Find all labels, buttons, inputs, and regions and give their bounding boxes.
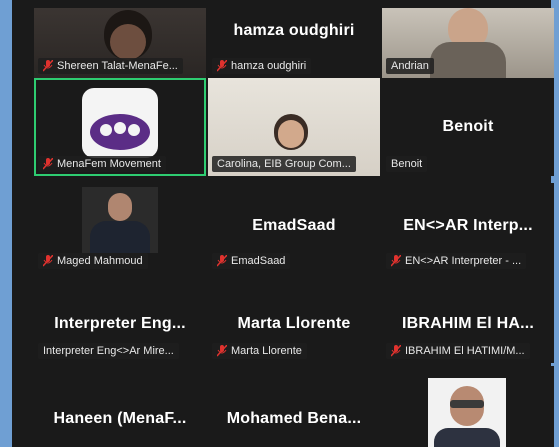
participant-name: Benoit: [391, 158, 423, 170]
participant-tile[interactable]: MenaFem Movement: [34, 78, 206, 176]
participant-tile[interactable]: Benoit Benoit: [382, 78, 554, 176]
participant-name: Marta Llorente: [231, 345, 302, 357]
mic-muted-icon: [217, 60, 227, 72]
participant-display-name: EN<>AR Interp...: [403, 217, 533, 234]
participant-name: Carolina, EIB Group Com...: [217, 158, 351, 170]
mic-muted-icon: [43, 255, 53, 267]
participant-display-name: IBRAHIM El HA...: [401, 315, 535, 332]
window-frame-left: [0, 0, 12, 447]
participant-name-label: Andrian: [386, 58, 434, 74]
participant-tile[interactable]: Shereen Talat-MenaFe...: [34, 8, 206, 78]
participant-name-label: Interpreter Eng<>Ar Mire...: [38, 343, 179, 359]
participant-tile[interactable]: Marta Llorente Marta Llorente: [208, 273, 380, 363]
participant-name: Maged Mahmoud: [57, 255, 143, 267]
participant-name-label: Carolina, EIB Group Com...: [212, 156, 356, 172]
participant-name-label: MenaFem Movement: [38, 156, 166, 172]
participant-name: IBRAHIM El HATIMI/M...: [405, 345, 525, 357]
participant-tile[interactable]: Andrian: [382, 8, 554, 78]
participant-name-label: hamza oudghiri: [212, 58, 312, 74]
participant-display-name: Interpreter Eng...: [54, 315, 186, 332]
participant-name: Shereen Talat-MenaFe...: [57, 60, 178, 72]
participant-tile[interactable]: Mohamed Bena...: [208, 366, 380, 447]
participant-name-label: EmadSaad: [212, 253, 291, 269]
participant-name: Interpreter Eng<>Ar Mire...: [43, 345, 174, 357]
mic-muted-icon: [43, 158, 53, 170]
participant-gallery: Shereen Talat-MenaFe... hamza oudghiri h…: [34, 8, 556, 447]
participant-tile[interactable]: IBRAHIM El HA... IBRAHIM El HATIMI/M...: [382, 273, 554, 363]
participant-video: [428, 378, 506, 447]
participant-name-label: Marta Llorente: [212, 343, 307, 359]
participant-name-label: Maged Mahmoud: [38, 253, 148, 269]
participant-name-label: EN<>AR Interpreter - ...: [386, 253, 527, 269]
participant-tile[interactable]: Carolina, EIB Group Com...: [208, 78, 380, 176]
participant-tile[interactable]: Maged Mahmoud: [34, 183, 206, 273]
participant-name: EN<>AR Interpreter - ...: [405, 255, 522, 267]
mic-muted-icon: [391, 345, 401, 357]
participant-name: MenaFem Movement: [57, 158, 161, 170]
participant-tile[interactable]: [382, 366, 554, 447]
participant-tile[interactable]: hamza oudghiri hamza oudghiri: [208, 8, 380, 78]
participant-tile[interactable]: EmadSaad EmadSaad: [208, 183, 380, 273]
menafem-logo: [82, 88, 158, 158]
mic-muted-icon: [217, 345, 227, 357]
participant-name: EmadSaad: [231, 255, 286, 267]
participant-tile[interactable]: EN<>AR Interp... EN<>AR Interpreter - ..…: [382, 183, 554, 273]
mic-muted-icon: [43, 60, 53, 72]
participant-tile[interactable]: Haneen (MenaF...: [34, 366, 206, 447]
participant-name: hamza oudghiri: [231, 60, 307, 72]
participant-name-label: Shereen Talat-MenaFe...: [38, 58, 183, 74]
participant-name-label: IBRAHIM El HATIMI/M...: [386, 343, 530, 359]
participant-display-name: Haneen (MenaF...: [53, 410, 187, 427]
participant-display-name: Mohamed Bena...: [226, 410, 362, 427]
mic-muted-icon: [217, 255, 227, 267]
participant-display-name: EmadSaad: [252, 217, 336, 234]
participant-display-name: Benoit: [442, 118, 494, 135]
participant-display-name: hamza oudghiri: [233, 22, 355, 39]
participant-name-label: Benoit: [386, 156, 428, 172]
mic-muted-icon: [391, 255, 401, 267]
participant-name: Andrian: [391, 60, 429, 72]
participant-video: [82, 187, 158, 253]
participant-tile[interactable]: Interpreter Eng... Interpreter Eng<>Ar M…: [34, 273, 206, 363]
participant-display-name: Marta Llorente: [237, 315, 351, 332]
